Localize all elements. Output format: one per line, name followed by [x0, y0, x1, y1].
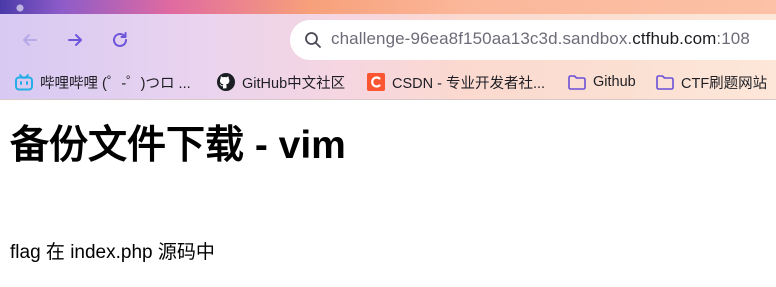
bookmark-label: GitHub中文社区: [242, 75, 346, 92]
bookmark-bilibili[interactable]: 哔哩哔哩 (゜-゜)つロ ...: [14, 70, 191, 94]
page-content: 备份文件下载 - vim flag 在 index.php 源码中: [0, 100, 776, 287]
bookmarks-bar: 哔哩哔哩 (゜-゜)つロ ... GitHub中文社区 CSDN - 专业开发者…: [0, 66, 776, 98]
bookmark-label: CSDN - 专业开发者社...: [392, 75, 546, 92]
csdn-icon: [367, 73, 385, 91]
bookmark-label: CTF刷题网站: [681, 75, 768, 92]
page-paragraph: flag 在 index.php 源码中: [10, 242, 215, 263]
browser-toolbar: challenge-96ea8f150aa13c3d.sandbox.ctfhu…: [0, 14, 776, 66]
bookmark-folder-github[interactable]: Github: [567, 70, 636, 94]
url-prefix: challenge-96ea8f150aa13c3d.sandbox.: [331, 29, 633, 48]
folder-icon: [656, 75, 674, 90]
bookmark-folder-ctf[interactable]: CTF刷题网站: [655, 70, 767, 94]
arrow-right-icon: [68, 34, 82, 46]
github-icon: [217, 73, 235, 91]
reload-icon: [113, 32, 127, 47]
bilibili-icon: [15, 74, 33, 91]
tab-strip: [0, 0, 776, 14]
bookmark-label: Github: [593, 74, 636, 90]
arrow-left-icon: [23, 34, 37, 46]
bookmark-github-cn[interactable]: GitHub中文社区: [216, 70, 345, 94]
url-suffix: :108: [716, 29, 750, 48]
back-button[interactable]: [14, 24, 46, 56]
address-url: challenge-96ea8f150aa13c3d.sandbox.ctfhu…: [331, 29, 750, 49]
page-title: 备份文件下载 - vim: [10, 124, 346, 167]
bookmark-label: 哔哩哔哩 (゜-゜)つロ ...: [40, 75, 191, 92]
browser-chrome: challenge-96ea8f150aa13c3d.sandbox.ctfhu…: [0, 0, 776, 100]
reload-button[interactable]: [104, 24, 136, 56]
folder-icon: [568, 75, 586, 90]
forward-button[interactable]: [59, 24, 91, 56]
tab-strip-decoration: [0, 0, 60, 14]
url-host: ctfhub.com: [632, 29, 717, 48]
address-bar[interactable]: challenge-96ea8f150aa13c3d.sandbox.ctfhu…: [290, 20, 776, 60]
search-icon: [305, 32, 321, 48]
bookmark-csdn[interactable]: CSDN - 专业开发者社...: [366, 70, 545, 94]
